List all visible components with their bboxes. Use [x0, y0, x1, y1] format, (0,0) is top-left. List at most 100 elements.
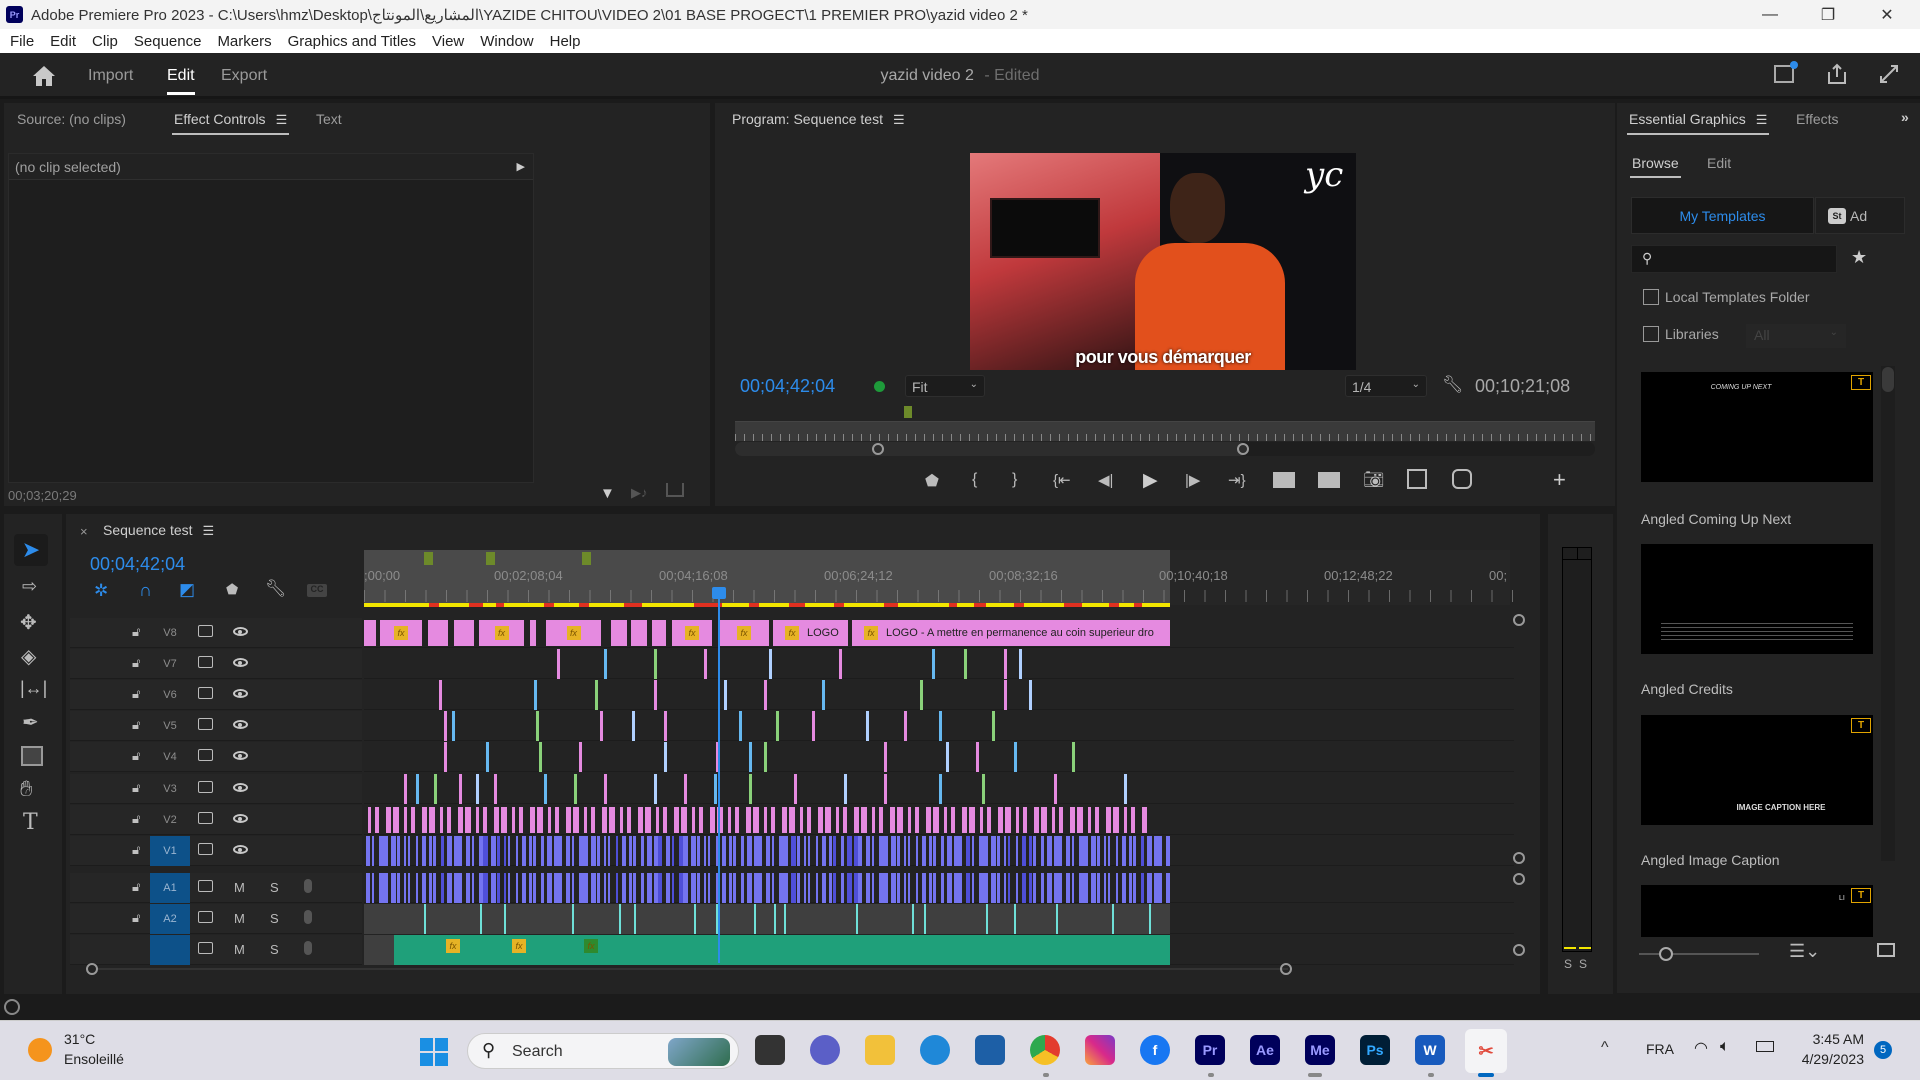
video-clip-segment[interactable]	[616, 873, 618, 903]
clock-time[interactable]: 3:45 AM	[1784, 1031, 1864, 1047]
clip-sliver[interactable]	[920, 680, 923, 710]
video-clip-segment[interactable]	[1147, 836, 1152, 866]
share-button[interactable]	[1826, 63, 1848, 88]
clip-sliver[interactable]	[1106, 807, 1111, 833]
video-clip-segment[interactable]	[608, 873, 610, 903]
video-clip-segment[interactable]	[804, 836, 806, 866]
clip-sliver[interactable]	[861, 807, 867, 833]
clip-sliver[interactable]	[574, 774, 577, 804]
video-clip-segment[interactable]	[458, 836, 462, 866]
clip-sliver[interactable]	[844, 774, 847, 804]
graphics-clip[interactable]	[652, 620, 666, 646]
clock-date[interactable]: 4/29/2023	[1784, 1051, 1864, 1067]
video-clip-segment[interactable]	[991, 873, 996, 903]
thumbnail-size-slider[interactable]	[1639, 947, 1759, 961]
video-clip-segment[interactable]	[808, 836, 810, 866]
clip-sliver[interactable]	[654, 774, 657, 804]
video-clip-segment[interactable]	[822, 873, 826, 903]
graphics-clip[interactable]: fx	[719, 620, 769, 646]
word-icon[interactable]: W	[1415, 1035, 1445, 1065]
video-clip-segment[interactable]	[883, 836, 888, 866]
video-clip-segment[interactable]	[541, 836, 544, 866]
sync-lock-icon[interactable]	[198, 812, 213, 824]
video-clip-segment[interactable]	[1033, 873, 1036, 903]
battery-icon[interactable]	[1756, 1041, 1774, 1052]
video-clip-segment[interactable]	[1047, 836, 1052, 866]
clip-sliver[interactable]	[422, 807, 427, 833]
media-encoder-icon[interactable]: Me	[1305, 1035, 1335, 1065]
video-clip-segment[interactable]	[583, 836, 588, 866]
video-clip-segment[interactable]	[1083, 836, 1088, 866]
video-clip-segment[interactable]	[1066, 836, 1070, 866]
task-view-icon[interactable]	[755, 1035, 785, 1065]
loop-audio-icon[interactable]: ▶♪	[631, 485, 648, 501]
video-clip-segment[interactable]	[1122, 873, 1126, 903]
menu-edit[interactable]: Edit	[50, 33, 76, 50]
video-clip-segment[interactable]	[997, 836, 1000, 866]
clip-sliver[interactable]	[764, 742, 767, 772]
instagram-icon[interactable]	[1085, 1035, 1115, 1065]
clip-sliver[interactable]	[1059, 807, 1063, 833]
type-tool[interactable]: T	[23, 810, 38, 835]
video-clip-segment[interactable]	[1004, 873, 1006, 903]
track-visibility-eye-icon[interactable]	[233, 751, 248, 760]
clip-sliver[interactable]	[982, 774, 985, 804]
video-clip-segment[interactable]	[683, 873, 688, 903]
video-clip-segment[interactable]	[508, 836, 510, 866]
clip-sliver[interactable]	[915, 807, 919, 833]
clip-sliver[interactable]	[753, 807, 759, 833]
video-clip-segment[interactable]	[547, 873, 552, 903]
logo-clip[interactable]: fx LOGO	[773, 620, 848, 646]
clip-sliver[interactable]	[681, 807, 687, 833]
video-clip-segment[interactable]	[1066, 873, 1070, 903]
clip-sliver[interactable]	[735, 807, 739, 833]
video-clip-segment[interactable]	[1116, 836, 1118, 866]
filter-icon[interactable]: ▼	[600, 485, 615, 502]
track-select-tool[interactable]: ⇨	[22, 576, 37, 597]
video-clip-segment[interactable]	[1104, 873, 1106, 903]
libraries-checkbox[interactable]	[1643, 326, 1659, 342]
clip-sliver[interactable]	[812, 711, 815, 741]
language-indicator[interactable]: FRA	[1646, 1041, 1674, 1057]
logo-permanent-clip[interactable]: fx LOGO - A mettre en permanence au coin …	[852, 620, 1170, 646]
scrollbar-thumb[interactable]	[1882, 367, 1894, 392]
comparison-view-icon[interactable]	[1407, 469, 1427, 489]
video-clip-segment[interactable]	[897, 836, 900, 866]
sort-menu-icon[interactable]: ☰⌄	[1789, 941, 1820, 962]
sequence-tab[interactable]: Sequence test ☰	[103, 522, 214, 539]
track-target-toggle[interactable]: V6	[150, 680, 190, 710]
audio-clip-sliver[interactable]	[504, 904, 506, 934]
video-clip-segment[interactable]	[447, 873, 452, 903]
sync-lock-icon[interactable]	[198, 656, 213, 668]
favorites-star-icon[interactable]: ★	[1851, 247, 1867, 268]
video-clip-segment[interactable]	[447, 836, 452, 866]
clip-sliver[interactable]	[609, 807, 615, 833]
clip-sliver[interactable]	[1054, 774, 1057, 804]
clip-sliver[interactable]	[1070, 807, 1075, 833]
tab-effect-controls[interactable]: Effect Controls ☰	[172, 111, 290, 135]
add-marker-icon[interactable]: ⬟	[925, 471, 939, 491]
clip-sliver[interactable]	[447, 807, 451, 833]
video-clip-segment[interactable]	[504, 836, 506, 866]
after-effects-icon[interactable]: Ae	[1250, 1035, 1280, 1065]
clip-sliver[interactable]	[429, 807, 435, 833]
video-clip-segment[interactable]	[1016, 836, 1018, 866]
scroll-handle-right[interactable]	[1280, 963, 1292, 975]
video-clip-segment[interactable]	[922, 873, 926, 903]
chrome-icon[interactable]	[1030, 1035, 1060, 1065]
template-thumbnail[interactable]: COMING UP NEXT T	[1641, 372, 1873, 482]
track-visibility-eye-icon[interactable]	[233, 783, 248, 792]
track-visibility-eye-icon[interactable]	[233, 658, 248, 667]
clip-sliver[interactable]	[1088, 807, 1091, 833]
video-clip-segment[interactable]	[872, 873, 874, 903]
audio-track-base[interactable]	[364, 935, 394, 965]
music-clip[interactable]	[394, 935, 1170, 965]
video-clip-segment[interactable]	[783, 873, 788, 903]
video-scroll-handle-top[interactable]	[1513, 614, 1525, 626]
timeline-timecode[interactable]: 00;04;42;04	[90, 554, 185, 575]
clip-sliver[interactable]	[494, 774, 497, 804]
clip-sliver[interactable]	[465, 807, 471, 833]
video-clip-segment[interactable]	[1141, 873, 1144, 903]
snap-magnet-icon[interactable]: ∩	[139, 580, 152, 601]
clip-sliver[interactable]	[604, 774, 607, 804]
